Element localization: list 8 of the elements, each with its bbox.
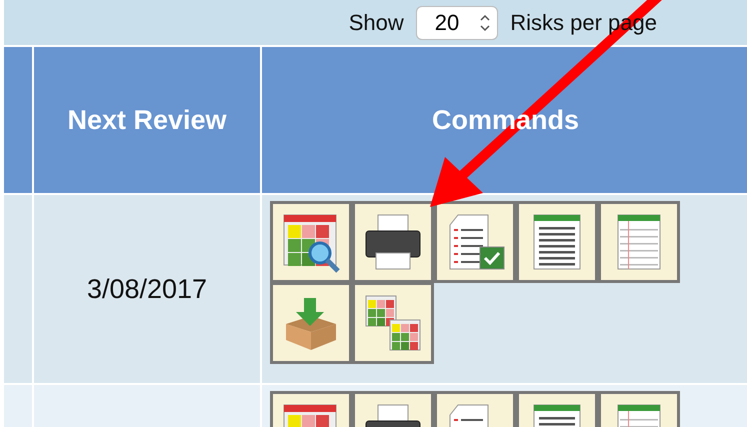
stepper-icon [479, 12, 492, 32]
command-button[interactable] [434, 201, 516, 283]
command-button[interactable] [516, 201, 598, 283]
page-size-select[interactable]: 20 [416, 6, 498, 40]
command-button[interactable] [352, 201, 434, 283]
column-header: Next Review [34, 47, 260, 193]
pager-label: Show [348, 10, 404, 36]
table-cell: 3/08/2017 [34, 195, 260, 383]
